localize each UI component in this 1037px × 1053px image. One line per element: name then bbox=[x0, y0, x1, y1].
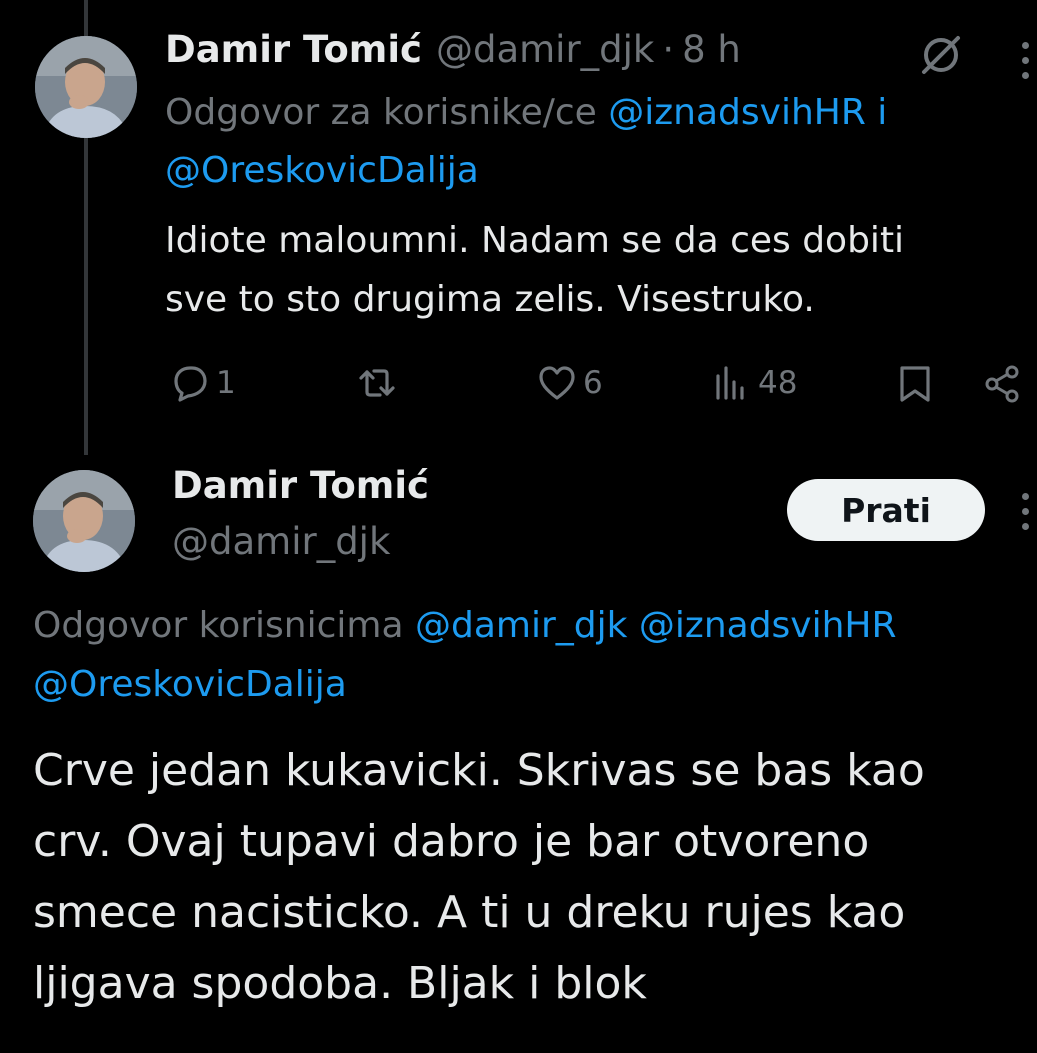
reply-prefix: Odgovor za korisnike/ce bbox=[165, 92, 597, 133]
share-button[interactable] bbox=[983, 364, 1023, 408]
mention-link[interactable]: @OreskovicDalija bbox=[33, 664, 347, 705]
more-icon[interactable] bbox=[1022, 493, 1029, 530]
reply-context-line2: @OreskovicDalija bbox=[165, 150, 479, 191]
tweet-text: Idiote maloumni. Nadam se da ces dobiti bbox=[165, 220, 905, 261]
avatar[interactable] bbox=[35, 36, 137, 138]
reply-button[interactable]: 1 bbox=[170, 364, 236, 402]
reply-icon bbox=[174, 366, 207, 402]
views-button[interactable]: 48 bbox=[712, 364, 797, 402]
share-icon bbox=[985, 365, 1019, 403]
like-button[interactable]: 6 bbox=[537, 364, 603, 402]
reply-joiner: i bbox=[877, 92, 888, 133]
tweet1-header: Damir Tomić @damir_djk · 8 h bbox=[165, 28, 741, 78]
avatar[interactable] bbox=[33, 470, 135, 572]
like-count: 6 bbox=[583, 365, 603, 401]
tweet-text: ljigava spodoba. Bljak i blok bbox=[33, 958, 647, 1009]
author-handle[interactable]: @damir_djk bbox=[436, 28, 654, 71]
retweet-icon bbox=[359, 369, 395, 397]
timestamp[interactable]: 8 h bbox=[682, 28, 741, 71]
mention-link[interactable]: @iznadsvihHR bbox=[608, 92, 866, 133]
tweet-text: Crve jedan kukavicki. Skrivas se bas kao bbox=[33, 745, 925, 796]
author-name[interactable]: Damir Tomić bbox=[165, 28, 422, 71]
avatar-photo bbox=[33, 470, 135, 572]
bookmark-icon bbox=[900, 366, 930, 402]
grok-icon[interactable] bbox=[918, 32, 964, 78]
avatar-photo bbox=[35, 36, 137, 138]
views-icon bbox=[716, 366, 744, 400]
reply-context-line2: @OreskovicDalija bbox=[33, 664, 347, 705]
reply-context: Odgovor korisnicima @damir_djk @iznadsvi… bbox=[33, 605, 897, 646]
more-icon[interactable] bbox=[1022, 42, 1029, 79]
reply-prefix: Odgovor korisnicima bbox=[33, 605, 404, 646]
tweet-text: sve to sto drugima zelis. Visestruko. bbox=[165, 279, 815, 320]
follow-button[interactable]: Prati bbox=[787, 479, 985, 541]
mention-link[interactable]: @iznadsvihHR bbox=[639, 605, 897, 646]
views-count: 48 bbox=[758, 365, 798, 401]
like-icon bbox=[539, 366, 575, 400]
tweet-text: smece nacisticko. A ti u dreku rujes kao bbox=[33, 887, 906, 938]
mention-link[interactable]: @damir_djk bbox=[415, 605, 627, 646]
reply-context: Odgovor za korisnike/ce @iznadsvihHR i bbox=[165, 92, 887, 133]
author-handle[interactable]: @damir_djk bbox=[172, 520, 390, 563]
bookmark-button[interactable] bbox=[895, 364, 935, 408]
tweet-text: crv. Ovaj tupavi dabro je bar otvoreno bbox=[33, 816, 870, 867]
mention-link[interactable]: @OreskovicDalija bbox=[165, 150, 479, 191]
retweet-button[interactable] bbox=[357, 364, 397, 402]
author-name[interactable]: Damir Tomić bbox=[172, 464, 429, 507]
separator-dot: · bbox=[662, 28, 675, 71]
reply-count: 1 bbox=[216, 365, 236, 401]
